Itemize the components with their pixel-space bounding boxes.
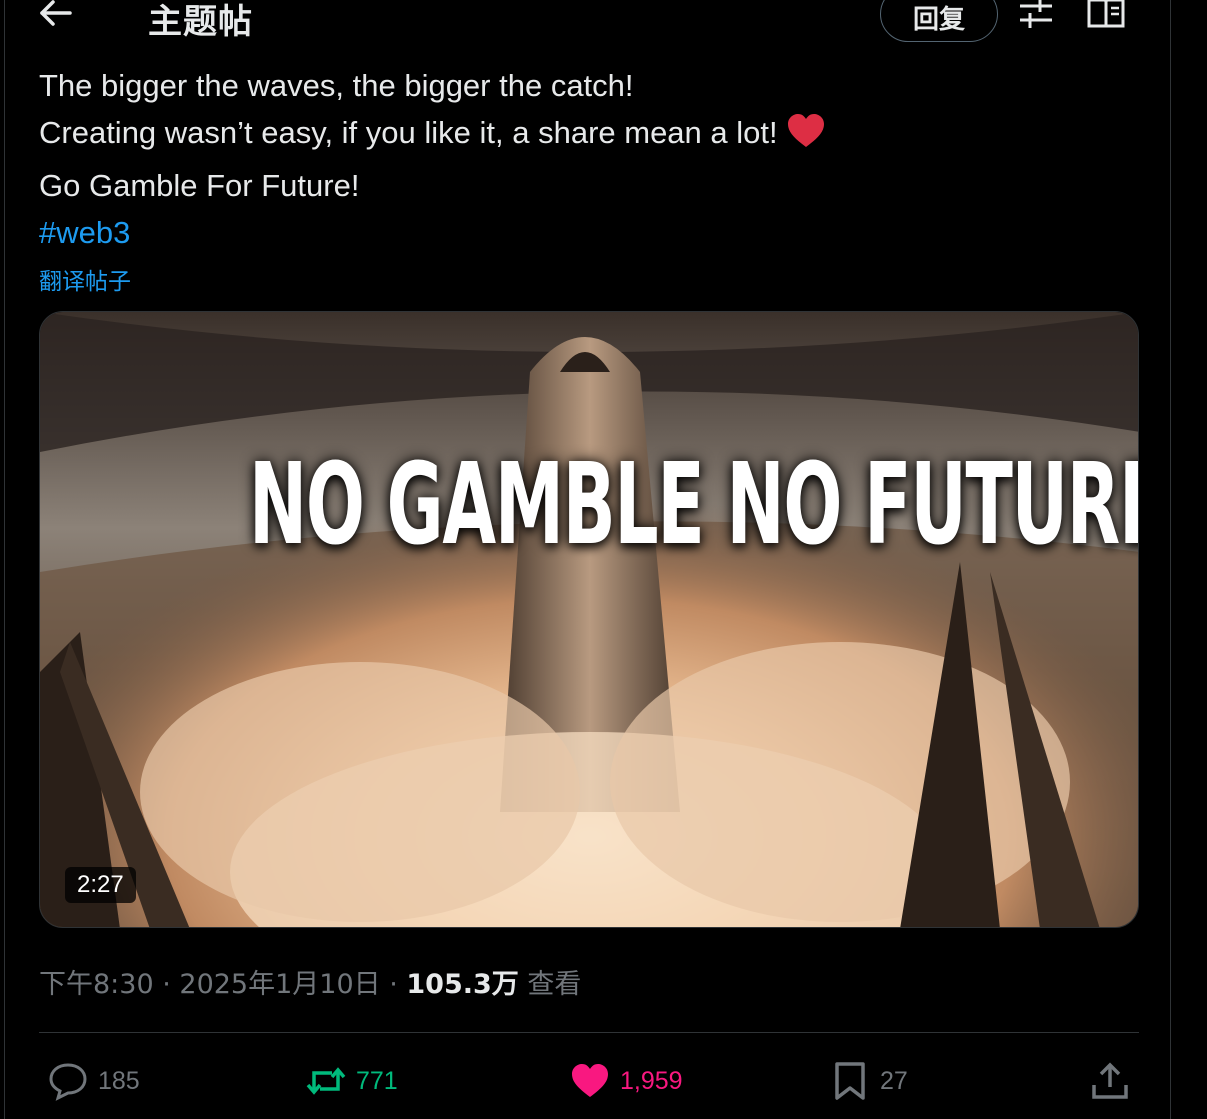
open-book-icon	[1087, 0, 1125, 28]
video-player[interactable]: NO GAMBLE NO FUTURE 2:27	[39, 311, 1139, 928]
page-title: 主题帖	[148, 2, 253, 42]
reply-button[interactable]: 回复	[880, 0, 998, 42]
comment-icon	[49, 1063, 87, 1101]
heart-icon	[572, 1064, 608, 1097]
hashtag-link[interactable]: #web3	[39, 209, 1139, 256]
red-heart-emoji-icon	[786, 113, 826, 162]
sliders-icon	[1020, 0, 1052, 28]
bookmark-action[interactable]: 27	[830, 1058, 908, 1104]
retweet-count: 771	[356, 1066, 398, 1095]
like-action[interactable]: 1,959	[570, 1058, 683, 1104]
filter-button[interactable]	[1016, 0, 1056, 36]
view-count: 105.3万	[406, 969, 519, 1000]
retweet-action[interactable]: 771	[306, 1058, 398, 1104]
reply-action[interactable]: 185	[48, 1058, 140, 1104]
reader-button[interactable]	[1086, 0, 1126, 36]
rocket-launch-thumbnail	[40, 312, 1138, 927]
tweet-body: The bigger the waves, the bigger the cat…	[39, 62, 1139, 296]
right-border	[1170, 0, 1171, 1119]
tweet-line-2: Creating wasn’t easy, if you like it, a …	[39, 109, 1139, 162]
view-label: 查看	[527, 969, 582, 1000]
reply-count: 185	[98, 1066, 140, 1095]
divider	[39, 1032, 1139, 1033]
like-count: 1,959	[620, 1066, 683, 1095]
retweet-icon	[306, 1067, 346, 1095]
tweet-meta: 下午8:30 · 2025年1月10日 · 105.3万 查看	[39, 962, 581, 1001]
bookmark-icon	[835, 1062, 865, 1100]
left-border	[4, 0, 5, 1119]
back-button[interactable]	[38, 0, 82, 32]
meta-separator-1: ·	[153, 969, 180, 1000]
post-date[interactable]: 2025年1月10日	[179, 969, 380, 1000]
share-icon	[1092, 1062, 1128, 1099]
share-action[interactable]	[1090, 1058, 1130, 1104]
tweet-line-3: Go Gamble For Future!	[39, 168, 360, 203]
meta-separator-2: ·	[380, 969, 407, 1000]
video-caption-text: NO GAMBLE NO FUTURE	[249, 440, 1139, 570]
bookmark-count: 27	[880, 1066, 908, 1095]
arrow-left-icon	[40, 0, 72, 26]
page-header: 主题帖 回复	[0, 0, 1170, 62]
post-time[interactable]: 下午8:30	[39, 969, 154, 1000]
tweet-line-1: The bigger the waves, the bigger the cat…	[39, 68, 634, 103]
translate-post-link[interactable]: 翻译帖子	[39, 262, 1139, 296]
video-duration-badge: 2:27	[65, 867, 136, 903]
tweet-line-2-text: Creating wasn’t easy, if you like it, a …	[39, 115, 778, 150]
